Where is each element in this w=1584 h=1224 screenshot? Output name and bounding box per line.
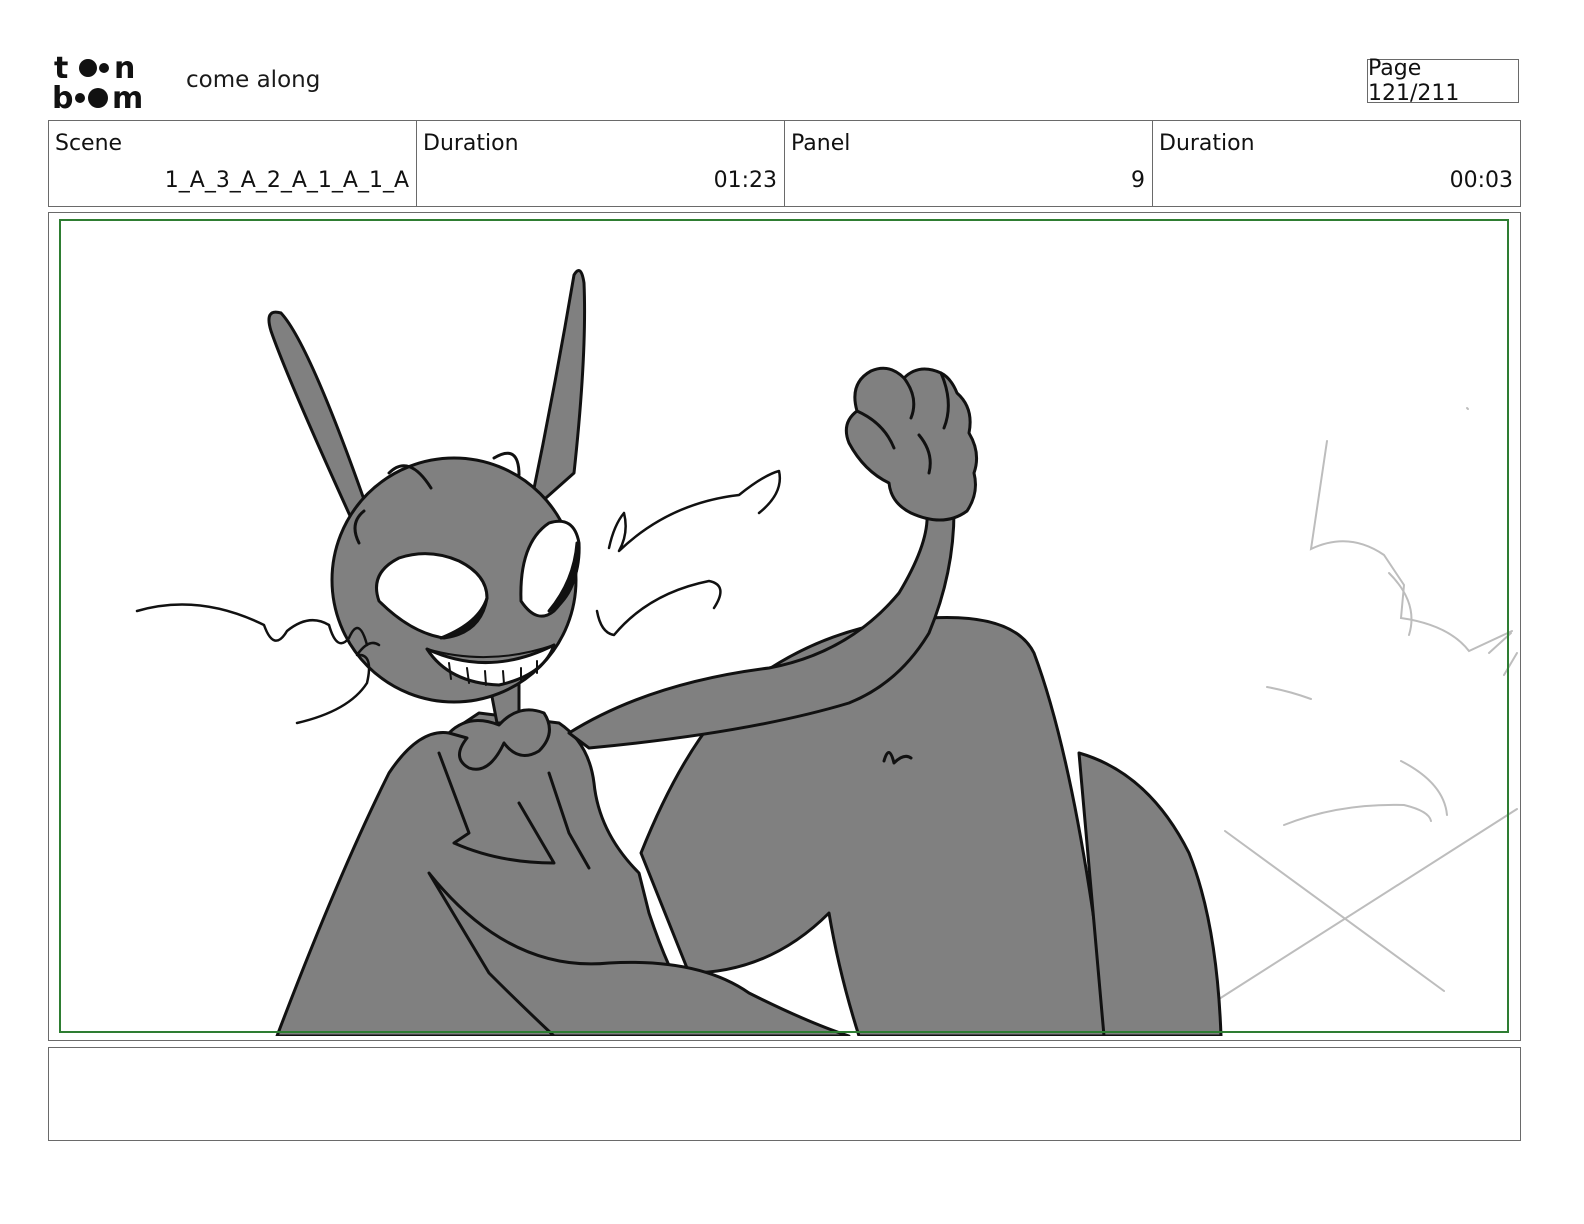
- panel-label: Panel: [791, 131, 851, 156]
- panel-duration-cell: Duration 00:03: [1153, 121, 1520, 206]
- scene-info-table: Scene 1_A_3_A_2_A_1_A_1_A Duration 01:23…: [48, 120, 1521, 207]
- storyboard-panel: [48, 212, 1521, 1041]
- panel-notes-box: [48, 1047, 1521, 1141]
- page-indicator: Page 121/211: [1367, 56, 1519, 106]
- scene-label: Scene: [55, 131, 123, 156]
- panel-duration-value: 00:03: [1449, 168, 1513, 193]
- panel-drawing: [59, 219, 1518, 1036]
- scene-value: 1_A_3_A_2_A_1_A_1_A: [164, 168, 409, 193]
- panel-cell: Panel 9: [785, 121, 1153, 206]
- rabbit-character: [135, 269, 1223, 1036]
- toon-boom-logo: t n b m: [52, 51, 143, 112]
- scene-duration-cell: Duration 01:23: [417, 121, 785, 206]
- scene-duration-value: 01:23: [713, 168, 777, 193]
- back-leg: [1077, 751, 1223, 1036]
- scene-cell: Scene 1_A_3_A_2_A_1_A_1_A: [49, 121, 417, 206]
- project-title: come along: [186, 67, 321, 93]
- scene-duration-label: Duration: [423, 131, 519, 156]
- svg-text:m: m: [112, 81, 143, 112]
- background-rough-sketch: [1218, 407, 1518, 1000]
- panel-value: 9: [1131, 168, 1145, 193]
- panel-duration-label: Duration: [1159, 131, 1255, 156]
- right-ear: [527, 269, 587, 515]
- svg-text:b: b: [52, 81, 73, 112]
